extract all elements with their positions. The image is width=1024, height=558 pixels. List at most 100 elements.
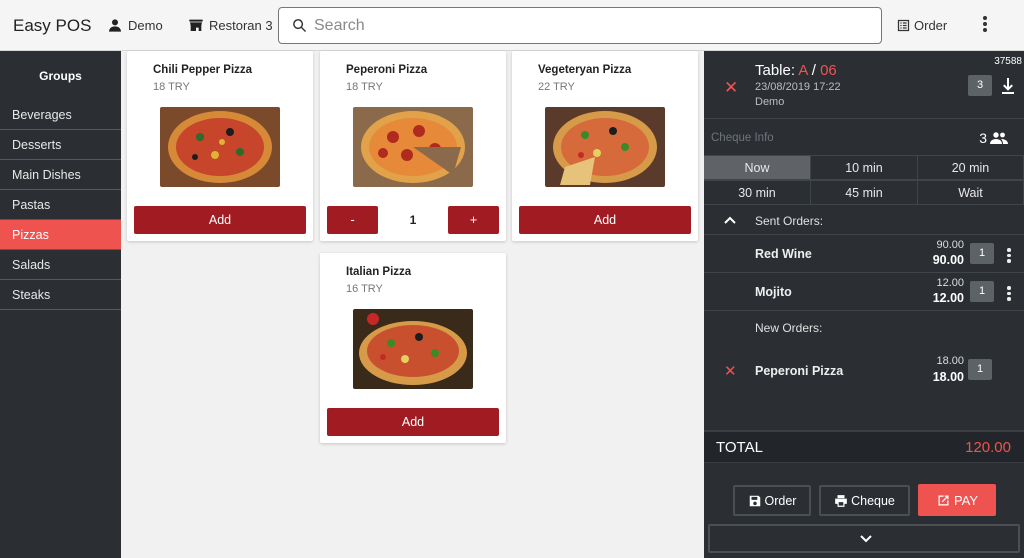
- remove-item-icon[interactable]: ✕: [724, 362, 737, 380]
- order-item-qty[interactable]: 1: [968, 359, 992, 380]
- order-label: Order: [914, 18, 948, 33]
- order-item-unit-price: 90.00: [936, 239, 964, 251]
- sidebar-item-steaks[interactable]: Steaks: [0, 280, 121, 310]
- search-box[interactable]: [278, 7, 882, 44]
- table-title: Table: A / 06: [755, 62, 837, 79]
- product-name: Peperoni Pizza: [346, 64, 428, 76]
- more-vert-icon[interactable]: [1007, 286, 1011, 303]
- sidebar-item-desserts[interactable]: Desserts: [0, 130, 121, 160]
- order-item-unit-price: 12.00: [936, 277, 964, 289]
- close-icon[interactable]: ✕: [724, 78, 738, 98]
- chevron-down-icon: [860, 535, 872, 543]
- cheque-info-row[interactable]: Cheque Info 3: [704, 120, 1024, 154]
- new-orders-label: New Orders:: [755, 321, 823, 335]
- store-icon: [189, 19, 203, 31]
- product-price: 18 TRY: [346, 81, 383, 93]
- total-label: TOTAL: [716, 439, 763, 456]
- top-bar: Easy POS Demo Restoran 3 Order: [0, 0, 1024, 51]
- expand-panel-button[interactable]: [708, 524, 1020, 553]
- table-section: A: [798, 62, 808, 79]
- pay-button[interactable]: PAY: [918, 484, 996, 516]
- save-order-button[interactable]: Order: [733, 485, 811, 516]
- order-item-qty[interactable]: 1: [970, 281, 994, 302]
- sidebar-item-salads[interactable]: Salads: [0, 250, 121, 280]
- waiter-name: Demo: [755, 96, 785, 108]
- order-item-name: Red Wine: [755, 247, 812, 261]
- product-image: [353, 107, 473, 187]
- decrease-qty-button[interactable]: -: [327, 206, 378, 234]
- table-header: ✕ Table: A / 06 23/08/2019 17:22 Demo 37…: [704, 51, 1024, 119]
- person-icon: [109, 19, 121, 32]
- user-menu[interactable]: Demo: [107, 17, 163, 33]
- restaurant-name: Restoran 3: [209, 17, 273, 33]
- search-input[interactable]: [314, 16, 854, 35]
- print-cheque-label: Cheque: [851, 493, 895, 508]
- sidebar-item-main-dishes[interactable]: Main Dishes: [0, 160, 121, 190]
- order-date: 23/08/2019 17:22: [755, 81, 841, 93]
- product-card: Vegeteryan Pizza 22 TRY Add: [512, 51, 698, 241]
- order-item-name: Mojito: [755, 285, 792, 299]
- product-image: [353, 309, 473, 389]
- user-name: Demo: [128, 17, 163, 33]
- time-option-10[interactable]: 10 min: [811, 155, 918, 180]
- order-item-total: 12.00: [932, 291, 964, 305]
- groups-title: Groups: [39, 69, 82, 83]
- cheque-number: 37588: [994, 56, 1022, 67]
- product-image: [545, 107, 665, 187]
- open-in-new-icon: [938, 495, 949, 505]
- table-separator: /: [811, 62, 816, 79]
- list-icon: [897, 19, 910, 32]
- count-badge[interactable]: 3: [968, 75, 992, 96]
- add-button[interactable]: Add: [134, 206, 306, 234]
- table-number: 06: [820, 62, 837, 79]
- product-price: 18 TRY: [153, 81, 190, 93]
- chevron-up-icon[interactable]: [724, 216, 736, 224]
- time-option-now[interactable]: Now: [704, 155, 811, 180]
- product-card: Italian Pizza 16 TRY Add: [320, 253, 506, 443]
- app-title: Easy POS: [13, 16, 92, 35]
- guest-count: 3: [979, 130, 1008, 146]
- total-bar: TOTAL 120.00: [704, 430, 1024, 463]
- guest-number: 3: [979, 130, 987, 146]
- sidebar-item-pizzas[interactable]: Pizzas: [0, 220, 121, 250]
- time-selector: Now 10 min 20 min 30 min 45 min Wait: [704, 155, 1024, 205]
- print-cheque-button[interactable]: Cheque: [819, 485, 910, 516]
- increase-qty-button[interactable]: +: [448, 206, 499, 234]
- search-icon: [293, 19, 307, 33]
- time-option-wait[interactable]: Wait: [918, 180, 1024, 205]
- restaurant-menu[interactable]: Restoran 3: [188, 17, 273, 33]
- time-option-20[interactable]: 20 min: [918, 155, 1024, 180]
- divider: [704, 234, 1024, 235]
- sent-orders-label: Sent Orders:: [755, 214, 824, 228]
- product-card: Peperoni Pizza 18 TRY - 1 +: [320, 51, 506, 241]
- order-list-button[interactable]: Order: [896, 18, 947, 33]
- groups-sidebar: Groups Beverages Desserts Main Dishes Pa…: [0, 51, 121, 558]
- order-item-total: 90.00: [932, 253, 964, 267]
- more-vert-icon[interactable]: [1007, 248, 1011, 265]
- order-item-qty[interactable]: 1: [970, 243, 994, 264]
- divider: [704, 272, 1024, 273]
- product-name: Italian Pizza: [346, 266, 412, 278]
- time-option-30[interactable]: 30 min: [704, 180, 811, 205]
- sidebar-item-beverages[interactable]: Beverages: [0, 100, 121, 130]
- order-item-total: 18.00: [932, 370, 964, 384]
- total-value: 120.00: [965, 439, 1011, 456]
- download-icon[interactable]: [1002, 78, 1014, 94]
- divider: [704, 310, 1024, 311]
- add-button[interactable]: Add: [327, 408, 499, 436]
- sidebar-item-pastas[interactable]: Pastas: [0, 190, 121, 220]
- product-name: Chili Pepper Pizza: [153, 64, 253, 76]
- cheque-info-label: Cheque Info: [711, 132, 774, 144]
- product-price: 22 TRY: [538, 81, 575, 93]
- quantity-value: 1: [409, 213, 417, 227]
- more-vert-icon[interactable]: [978, 16, 992, 36]
- add-button[interactable]: Add: [519, 206, 691, 234]
- people-icon: [990, 132, 1008, 144]
- product-name: Vegeteryan Pizza: [538, 64, 632, 76]
- print-icon: [835, 494, 847, 507]
- product-price: 16 TRY: [346, 283, 383, 295]
- time-option-45[interactable]: 45 min: [811, 180, 918, 205]
- product-image: [160, 107, 280, 187]
- table-prefix: Table:: [755, 62, 796, 79]
- order-item-unit-price: 18.00: [936, 355, 964, 367]
